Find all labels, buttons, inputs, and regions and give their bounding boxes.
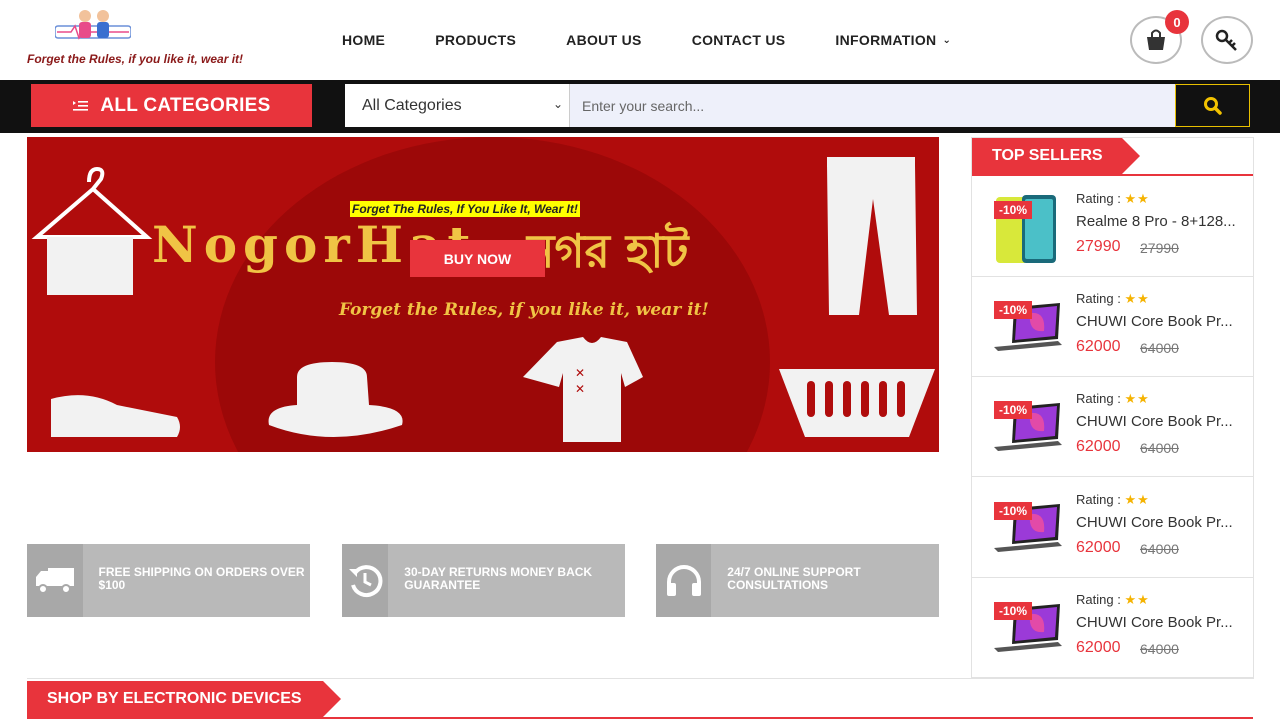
svg-text:✕: ✕ — [575, 382, 585, 396]
shirt-icon: ✕ ✕ — [523, 337, 643, 442]
feature-support: 24/7 ONLINE SUPPORT CONSULTATIONS — [656, 544, 939, 617]
main-nav: HOME PRODUCTS ABOUT US CONTACT US INFORM… — [342, 30, 1001, 50]
product-price: 62000 — [1076, 539, 1121, 556]
discount-badge: -10% — [994, 602, 1033, 620]
top-sellers-panel: TOP SELLERS -10% Rating : ★★ Realme 8 Pr… — [971, 137, 1254, 679]
nav-information[interactable]: INFORMATION ⌄ — [835, 30, 951, 50]
product-card[interactable]: -10% Rating : ★★ CHUWI Core Book Pr... 6… — [972, 478, 1253, 578]
rating-label: Rating : — [1076, 592, 1121, 607]
banner-clothing-art: ✕ ✕ — [31, 157, 935, 442]
product-name[interactable]: CHUWI Core Book Pr... — [1076, 514, 1236, 531]
site-logo[interactable]: Forget the Rules, if you like it, wear i… — [27, 8, 287, 70]
feature-free-shipping: FREE SHIPPING ON ORDERS OVER $100 — [27, 544, 310, 617]
banner-brand-bn: নগর হাট — [527, 224, 689, 278]
nav-home[interactable]: HOME — [342, 30, 385, 50]
hanger-icon — [31, 166, 153, 295]
search-icon — [1203, 96, 1222, 115]
feature-text: FREE SHIPPING ON ORDERS OVER $100 — [98, 565, 305, 592]
nav-about-us[interactable]: ABOUT US — [566, 30, 642, 50]
rating: Rating : ★★ — [1076, 391, 1150, 407]
product-card[interactable]: -10% Rating : ★★ CHUWI Core Book Pr... 6… — [972, 377, 1253, 477]
product-price: 62000 — [1076, 338, 1121, 355]
product-old-price: 27990 — [1140, 240, 1179, 256]
rating: Rating : ★★ — [1076, 492, 1150, 508]
product-card[interactable]: -10% Rating : ★★ CHUWI Core Book Pr... 6… — [972, 578, 1253, 678]
product-card[interactable]: -10% Rating : ★★ CHUWI Core Book Pr... 6… — [972, 277, 1253, 377]
site-header: Forget the Rules, if you like it, wear i… — [0, 0, 1280, 80]
rating-label: Rating : — [1076, 391, 1121, 406]
feature-text: 24/7 ONLINE SUPPORT CONSULTATIONS — [727, 565, 861, 592]
product-name[interactable]: Realme 8 Pro - 8+128... — [1076, 213, 1236, 230]
buy-now-button[interactable]: BUY NOW — [410, 240, 545, 277]
product-old-price: 64000 — [1140, 541, 1179, 557]
section-divider — [972, 174, 1253, 176]
star-icon: ★★ — [1124, 592, 1150, 607]
product-price: 62000 — [1076, 438, 1121, 455]
product-old-price: 64000 — [1140, 340, 1179, 356]
section-divider — [27, 717, 1253, 719]
category-select-value: All Categories — [362, 96, 462, 114]
search-button[interactable] — [1175, 84, 1250, 127]
star-icon: ★★ — [1124, 191, 1150, 206]
product-price: 62000 — [1076, 639, 1121, 656]
rating-label: Rating : — [1076, 291, 1121, 306]
rating: Rating : ★★ — [1076, 191, 1150, 207]
product-old-price: 64000 — [1140, 641, 1179, 657]
discount-badge: -10% — [994, 502, 1033, 520]
product-old-price: 64000 — [1140, 440, 1179, 456]
brand-tagline: Forget the Rules, if you like it, wear i… — [27, 52, 244, 66]
product-price: 27990 — [1076, 238, 1121, 255]
shop-electronic-title: SHOP BY ELECTRONIC DEVICES — [27, 681, 341, 717]
search-input[interactable] — [570, 84, 1175, 127]
pants-icon — [827, 157, 917, 315]
chevron-down-icon: ⌄ — [552, 97, 563, 111]
shoe-icon — [51, 395, 180, 437]
banner-slogan: Forget the Rules, if you like it, wear i… — [339, 300, 709, 320]
discount-badge: -10% — [994, 301, 1033, 319]
feature-text: 30-DAY RETURNS MONEY BACK GUARANTEE — [404, 565, 593, 592]
nav-products[interactable]: PRODUCTS — [435, 30, 516, 50]
discount-badge: -10% — [994, 201, 1033, 219]
svg-text:✕: ✕ — [575, 366, 585, 380]
product-name[interactable]: CHUWI Core Book Pr... — [1076, 413, 1236, 430]
shop-electronic-section: SHOP BY ELECTRONIC DEVICES — [27, 678, 1253, 720]
nav-information-label: INFORMATION — [835, 32, 937, 48]
product-name[interactable]: CHUWI Core Book Pr... — [1076, 313, 1236, 330]
login-button[interactable] — [1201, 16, 1253, 64]
chevron-down-icon: ⌄ — [942, 34, 952, 46]
returns-icon — [342, 544, 389, 617]
truck-icon — [27, 544, 83, 617]
feature-returns: 30-DAY RETURNS MONEY BACK GUARANTEE — [342, 544, 625, 617]
nav-contact-us[interactable]: CONTACT US — [692, 30, 786, 50]
all-categories-button[interactable]: ALL CATEGORIES — [31, 84, 312, 127]
star-icon: ★★ — [1124, 391, 1150, 406]
rating-label: Rating : — [1076, 191, 1121, 206]
rating-label: Rating : — [1076, 492, 1121, 507]
product-card[interactable]: -10% Rating : ★★ Realme 8 Pro - 8+128...… — [972, 177, 1253, 277]
rating: Rating : ★★ — [1076, 291, 1150, 307]
hat-icon — [268, 362, 403, 437]
kids-logo-icon — [55, 10, 131, 40]
key-icon — [1215, 29, 1237, 51]
star-icon: ★★ — [1124, 291, 1150, 306]
discount-badge: -10% — [994, 401, 1033, 419]
cart-count-badge: 0 — [1165, 10, 1189, 34]
menu-list-icon — [73, 100, 89, 111]
all-categories-label: ALL CATEGORIES — [100, 94, 271, 116]
hero-banner[interactable]: ✕ ✕ Forget The Rules, If You Like It, We… — [27, 137, 939, 452]
category-select[interactable]: All Categories ⌄ — [345, 84, 570, 127]
headset-icon — [656, 544, 712, 617]
rating: Rating : ★★ — [1076, 592, 1150, 608]
shopping-bag-icon — [1147, 29, 1165, 50]
top-sellers-title: TOP SELLERS — [972, 138, 1140, 174]
basket-icon — [779, 369, 935, 437]
product-name[interactable]: CHUWI Core Book Pr... — [1076, 614, 1236, 631]
star-icon: ★★ — [1124, 492, 1150, 507]
